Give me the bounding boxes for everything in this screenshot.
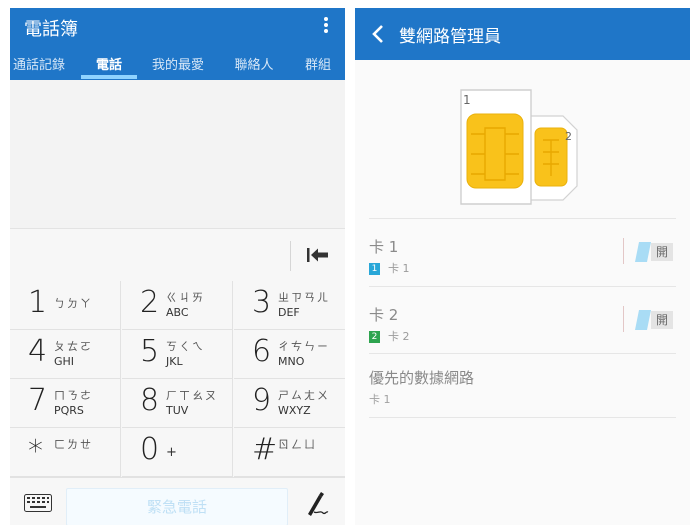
key-2[interactable]: 2 ㄍㄐㄞ ABC — [122, 281, 233, 330]
key-1[interactable]: 1 ㄅㄉㄚ — [10, 281, 121, 330]
divider — [369, 218, 676, 219]
sim1-toggle[interactable]: 開 — [635, 242, 675, 262]
key-7[interactable]: 7 ㄇㄋㄜ PQRS — [10, 379, 121, 428]
pen-icon[interactable] — [305, 490, 329, 518]
sim1-number: 1 — [463, 93, 471, 107]
key-zhuyin: ㄓㄗㄢㄦ — [278, 291, 330, 304]
key-letters: JKL — [166, 355, 183, 368]
sim1-badge-icon: 1 — [369, 263, 380, 275]
backspace-icon — [307, 248, 328, 262]
backspace-button[interactable] — [290, 241, 345, 271]
key-4[interactable]: 4 ㄆㄊㄛ GHI — [10, 330, 121, 379]
key-digit: 3 — [252, 285, 272, 320]
phonebook-title: 電話簿 — [24, 19, 78, 40]
divider — [369, 353, 676, 354]
preferred-data-network-row[interactable]: 優先的數據網路 卡 1 — [369, 364, 676, 414]
divider — [369, 286, 676, 287]
dual-sim-title: 雙網路管理員 — [399, 27, 501, 47]
preferred-data-network-title: 優先的數據網路 — [369, 369, 475, 387]
sim1-name: 卡 1 — [369, 238, 399, 256]
sim2-toggle[interactable]: 開 — [635, 310, 675, 330]
key-0[interactable]: 0 + — [122, 428, 233, 477]
key-letters: TUV — [166, 404, 189, 417]
key-zhuyin: ㄆㄊㄛ — [54, 340, 93, 353]
sim1-row[interactable]: 卡 1 1 卡 1 開 — [369, 230, 676, 290]
emergency-call-button[interactable]: 緊急電話 — [66, 488, 288, 525]
key-letters: ABC — [166, 306, 189, 319]
phonebook-header: 電話簿 通話記錄 電話 我的最愛 聯絡人 群組 — [10, 8, 345, 80]
phonebook-screen: 電話簿 通話記錄 電話 我的最愛 聯絡人 群組 1 ㄅㄉㄚ 2 ㄍㄐㄞ ABC … — [10, 8, 345, 525]
screen: 電話簿 通話記錄 電話 我的最愛 聯絡人 群組 1 ㄅㄉㄚ 2 ㄍㄐㄞ ABC … — [0, 0, 700, 525]
key-digit: # — [252, 432, 278, 467]
key-digit: 7 — [28, 383, 48, 418]
sim2-name: 卡 2 — [369, 306, 399, 324]
dual-sim-header: 雙網路管理員 — [355, 8, 690, 60]
key-6[interactable]: 6 ㄔㄘㄣㄧ MNO — [234, 330, 345, 379]
keyboard-icon[interactable] — [24, 494, 52, 512]
key-digit: * — [28, 434, 43, 469]
tab-contacts[interactable]: 聯絡人 — [228, 54, 280, 80]
key-digit: 9 — [252, 383, 272, 418]
back-icon[interactable] — [369, 22, 389, 46]
sim2-sub-label: 卡 2 — [388, 330, 410, 343]
key-zhuyin: ㄖㄥㄩ — [278, 438, 317, 451]
sim2-row[interactable]: 卡 2 2 卡 2 開 — [369, 298, 676, 358]
toggle-label: 開 — [651, 243, 673, 261]
key-letters: PQRS — [54, 404, 84, 417]
dialer-display — [10, 80, 345, 228]
key-8[interactable]: 8 ㄏㄒㄠㄡ TUV — [122, 379, 233, 428]
key-zhuyin: ㄇㄋㄜ — [54, 389, 93, 402]
key-star[interactable]: * ㄈㄌㄝ — [10, 428, 121, 477]
key-digit: 8 — [140, 383, 160, 418]
sim1-sub: 1 卡 1 — [369, 260, 410, 276]
key-digit: 6 — [252, 334, 272, 369]
key-hash[interactable]: # ㄖㄥㄩ — [234, 428, 345, 477]
sim1-card-icon — [460, 89, 532, 205]
key-zhuyin: ㄎㄑㄟ — [166, 340, 205, 353]
key-digit: 0 — [140, 432, 160, 467]
key-letters: DEF — [278, 306, 300, 319]
number-input-row[interactable] — [10, 228, 345, 281]
sim2-badge-icon: 2 — [369, 331, 380, 343]
toggle-track — [635, 242, 651, 262]
key-3[interactable]: 3 ㄓㄗㄢㄦ DEF — [234, 281, 345, 330]
key-digit: 5 — [140, 334, 160, 369]
dual-sim-screen: 雙網路管理員 2 1 卡 1 1 卡 1 開 卡 2 2 卡 2 開 優先的數據… — [355, 8, 690, 525]
key-digit: 2 — [140, 285, 160, 320]
toggle-track — [635, 310, 651, 330]
sim2-number: 2 — [565, 130, 572, 143]
sim2-card-icon — [528, 115, 578, 201]
preferred-data-network-value: 卡 1 — [369, 393, 391, 406]
key-plus: + — [166, 445, 177, 460]
key-zhuyin: ㄈㄌㄝ — [54, 438, 93, 451]
key-digit: 4 — [28, 334, 48, 369]
sim1-sub-label: 卡 1 — [388, 262, 410, 275]
divider — [369, 417, 676, 418]
active-tab-indicator — [81, 75, 137, 79]
dial-keypad: 1 ㄅㄉㄚ 2 ㄍㄐㄞ ABC 3 ㄓㄗㄢㄦ DEF 4 ㄆㄊㄛ GHI 5 ㄎ… — [10, 281, 345, 477]
divider-vertical — [623, 238, 624, 264]
key-zhuyin: ㄅㄉㄚ — [54, 297, 93, 310]
sim2-sub: 2 卡 2 — [369, 328, 410, 344]
divider-vertical — [623, 306, 624, 332]
key-zhuyin: ㄍㄐㄞ — [166, 291, 205, 304]
toggle-label: 開 — [651, 311, 673, 329]
key-5[interactable]: 5 ㄎㄑㄟ JKL — [122, 330, 233, 379]
sim-cards-illustration: 2 1 — [451, 76, 591, 206]
key-letters: GHI — [54, 355, 75, 368]
dialer-bottom-bar: 緊急電話 — [10, 477, 345, 525]
key-digit: 1 — [28, 285, 48, 320]
key-letters: MNO — [278, 355, 305, 368]
phonebook-tabs: 通話記錄 電話 我的最愛 聯絡人 群組 — [10, 54, 345, 80]
key-zhuyin: ㄕㄙㄤㄨ — [278, 389, 330, 402]
key-zhuyin: ㄏㄒㄠㄡ — [166, 389, 218, 402]
tab-groups[interactable]: 群組 — [296, 54, 340, 80]
tab-favorites[interactable]: 我的最愛 — [146, 54, 210, 80]
more-options-icon[interactable] — [321, 15, 331, 37]
key-zhuyin: ㄔㄘㄣㄧ — [278, 340, 330, 353]
key-9[interactable]: 9 ㄕㄙㄤㄨ WXYZ — [234, 379, 345, 428]
tab-call-log[interactable]: 通話記錄 — [10, 54, 68, 80]
key-letters: WXYZ — [278, 404, 311, 417]
